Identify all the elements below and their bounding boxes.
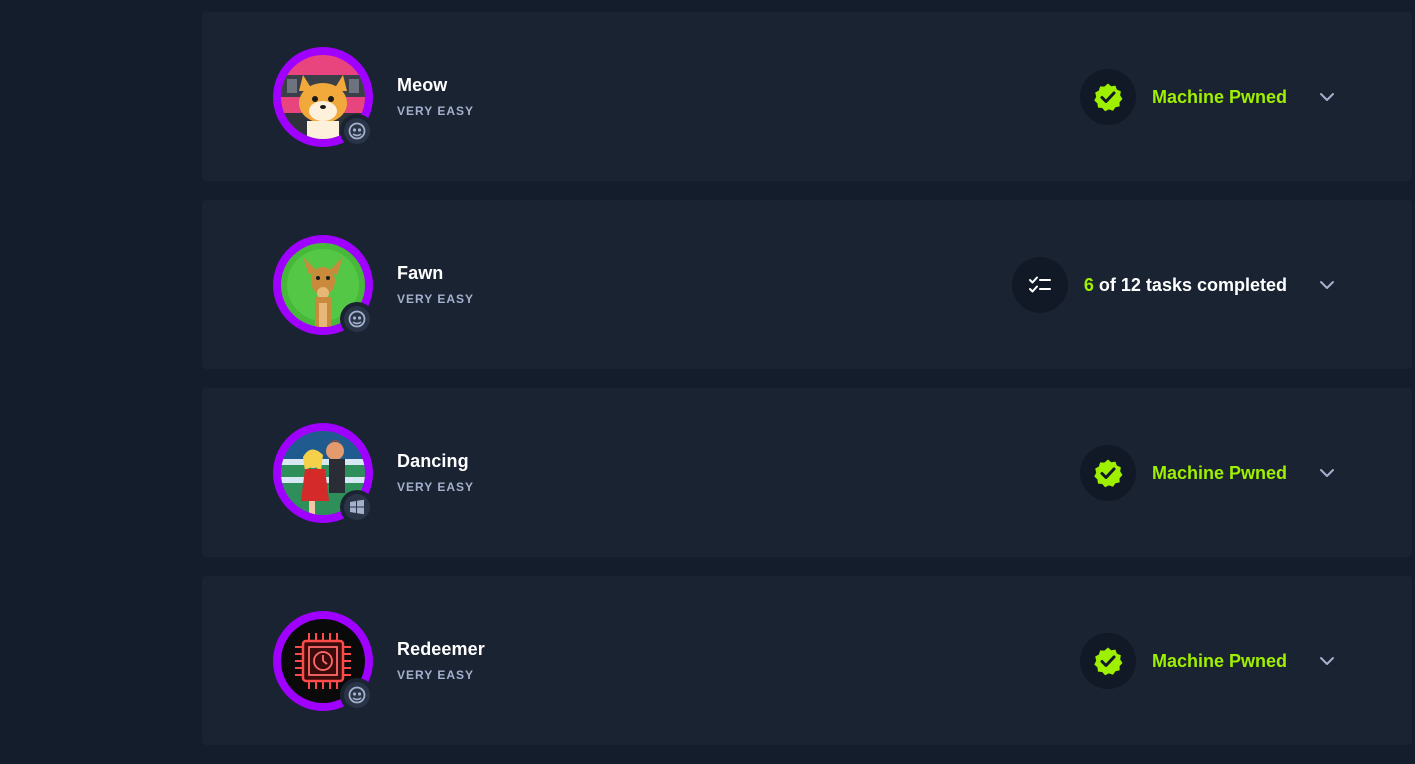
machine-status: 6 of 12 tasks completed: [1011, 257, 1287, 313]
windows-icon: [350, 499, 364, 515]
expand-button[interactable]: [1318, 88, 1336, 106]
machine-difficulty: VERY EASY: [397, 668, 475, 682]
machine-name: Fawn: [397, 263, 444, 283]
sidebar-area: [0, 0, 202, 748]
expand-button[interactable]: [1318, 652, 1336, 670]
chevron-down-icon: [1320, 469, 1334, 477]
machine-name: Meow: [397, 75, 448, 95]
os-badge: [340, 114, 374, 148]
tasks-progress-text: 6 of 12 tasks completed: [1084, 275, 1287, 296]
linux-icon: [348, 310, 366, 328]
machine-avatar: [273, 235, 374, 336]
status-icon-wrap: [1011, 257, 1068, 313]
status-icon-wrap: [1079, 633, 1136, 689]
expand-button[interactable]: [1318, 276, 1336, 294]
machine-status: Machine Pwned: [1079, 445, 1287, 501]
os-badge: [340, 678, 374, 712]
chevron-down-icon: [1320, 93, 1334, 101]
machine-avatar: [273, 611, 374, 712]
expand-button[interactable]: [1318, 464, 1336, 482]
verified-check-icon: [1094, 83, 1123, 112]
status-text: Machine Pwned: [1151, 462, 1287, 483]
machine-name: Dancing: [397, 451, 469, 471]
machine-card-dancing[interactable]: Dancing VERY EASY Machine Pwned: [202, 388, 1412, 557]
machine-difficulty: VERY EASY: [397, 480, 475, 494]
status-icon-wrap: [1079, 69, 1136, 125]
verified-check-icon: [1094, 459, 1123, 488]
os-badge: [340, 490, 374, 524]
machine-avatar: [273, 47, 374, 148]
machine-name: Redeemer: [397, 639, 485, 659]
linux-icon: [348, 686, 366, 704]
machine-status: Machine Pwned: [1079, 69, 1287, 125]
chevron-down-icon: [1320, 281, 1334, 289]
machine-card-redeemer[interactable]: Redeemer VERY EASY Machine Pwned: [202, 576, 1412, 745]
status-text: Machine Pwned: [1151, 650, 1287, 671]
machine-avatar: [273, 423, 374, 524]
linux-icon: [348, 122, 366, 140]
machine-card-fawn[interactable]: Fawn VERY EASY 6 of 12 tasks completed: [202, 200, 1412, 369]
os-badge: [340, 302, 374, 336]
verified-check-icon: [1094, 647, 1123, 676]
machine-list: Meow VERY EASY Machine Pwned Fawn VERY E…: [202, 12, 1412, 764]
machine-difficulty: VERY EASY: [397, 104, 475, 118]
machine-card-meow[interactable]: Meow VERY EASY Machine Pwned: [202, 12, 1412, 181]
machine-difficulty: VERY EASY: [397, 292, 475, 306]
chevron-down-icon: [1320, 657, 1334, 665]
tasks-rest-text: of 12 tasks completed: [1098, 274, 1287, 295]
task-checklist-icon: [1028, 276, 1051, 293]
status-text: Machine Pwned: [1151, 86, 1287, 107]
status-icon-wrap: [1079, 445, 1136, 501]
tasks-done-count: 6: [1083, 274, 1094, 295]
machine-status: Machine Pwned: [1079, 633, 1287, 689]
